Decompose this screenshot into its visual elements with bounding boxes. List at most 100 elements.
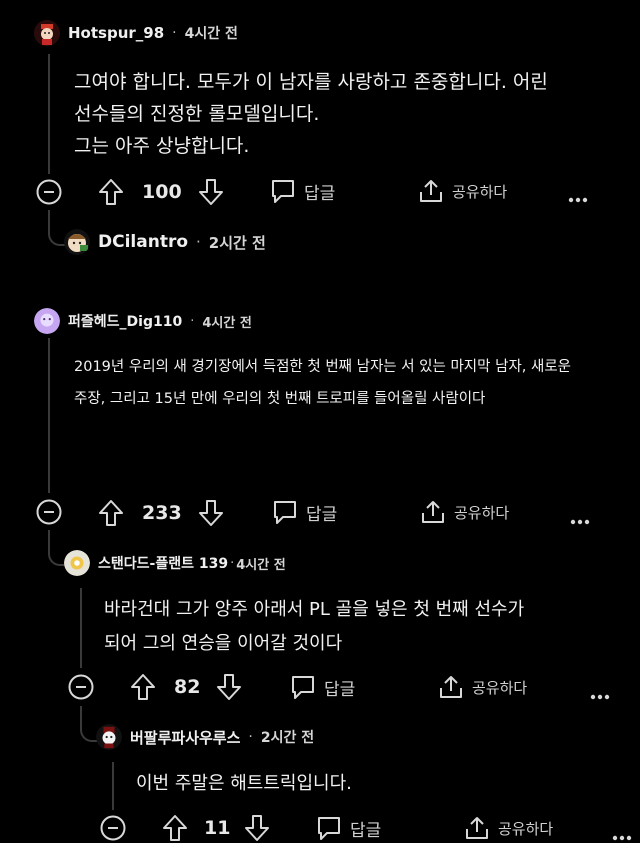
share-icon <box>418 178 444 204</box>
share-icon <box>420 499 446 525</box>
reply-button[interactable]: 답글 <box>290 674 355 700</box>
avatar-icon <box>96 724 122 750</box>
reply-icon <box>270 178 296 204</box>
avatar-icon <box>64 229 90 255</box>
reply-icon <box>316 815 342 841</box>
separator-dot: · <box>248 729 253 745</box>
share-label: 공유하다 <box>472 678 528 697</box>
share-button[interactable]: 공유하다 <box>418 178 507 204</box>
collapse-icon <box>100 815 126 841</box>
username[interactable]: DCilantro <box>98 232 188 252</box>
share-label: 공유하다 <box>454 503 510 522</box>
separator-dot: · <box>196 233 201 251</box>
vote-count: 11 <box>204 817 231 839</box>
reply-icon <box>272 499 298 525</box>
comment-body: 2019년 우리의 새 경기장에서 득점한 첫 번째 남자는 서 있는 마지막 … <box>74 351 571 415</box>
downvote-icon[interactable] <box>198 499 224 527</box>
collapse-icon <box>36 179 62 205</box>
username[interactable]: 스탠다드-플랜트 139 <box>98 553 228 573</box>
separator-dot: · <box>230 555 235 571</box>
comment-header: 퍼즐헤드_Dig110 · 4시간 전 <box>34 308 252 334</box>
collapse-button[interactable] <box>68 674 94 704</box>
more-options-button[interactable] <box>568 188 588 207</box>
share-button[interactable]: 공유하다 <box>420 499 509 525</box>
comment-header: 스탠다드-플랜트 139 · 4시간 전 <box>64 550 286 576</box>
avatar[interactable] <box>34 308 60 334</box>
username[interactable]: 퍼즐헤드_Dig110 <box>68 311 182 331</box>
share-icon <box>464 815 490 841</box>
more-icon <box>568 197 588 203</box>
comment-header: DCilantro · 2시간 전 <box>64 229 266 255</box>
avatar[interactable] <box>96 724 122 750</box>
more-options-button[interactable] <box>570 510 590 529</box>
share-label: 공유하다 <box>498 819 554 838</box>
vote-group: 82 <box>130 673 242 701</box>
avatar[interactable] <box>64 229 90 255</box>
avatar[interactable] <box>64 550 90 576</box>
comment-line: 선수들의 진정한 롤모델입니다. <box>74 103 320 125</box>
separator-dot: · <box>172 25 177 41</box>
vote-group: 100 <box>98 178 224 206</box>
avatar[interactable] <box>34 20 60 46</box>
collapse-icon <box>68 674 94 700</box>
avatar-icon <box>34 20 60 46</box>
comment-line: 주장, 그리고 15년 만에 우리의 첫 번째 트로피를 들어올릴 사람이다 <box>74 391 486 407</box>
username[interactable]: Hotspur_98 <box>68 24 164 42</box>
thread-line <box>48 54 50 174</box>
share-label: 공유하다 <box>452 182 508 201</box>
thread-line <box>112 762 114 810</box>
reply-button[interactable]: 답글 <box>316 815 381 841</box>
comment-line: 되어 그의 연승을 이어갈 것이다 <box>104 633 343 654</box>
timestamp: 4시간 전 <box>236 557 286 573</box>
collapse-button[interactable] <box>100 815 126 843</box>
more-options-button[interactable] <box>590 685 610 704</box>
timestamp: 2시간 전 <box>260 730 315 746</box>
comment-line: 그는 아주 상냥합니다. <box>74 135 250 157</box>
reply-label: 답글 <box>324 679 356 700</box>
reply-label: 답글 <box>306 504 338 525</box>
more-icon <box>612 835 632 841</box>
timestamp: 4시간 전 <box>202 315 252 331</box>
avatar-icon <box>64 550 90 576</box>
upvote-icon[interactable] <box>130 673 156 701</box>
vote-count: 82 <box>174 676 201 698</box>
username[interactable]: 버팔루파사우루스 <box>130 727 240 748</box>
reply-icon <box>290 674 316 700</box>
thread-line <box>80 588 82 668</box>
comment-body: 바라건대 그가 앙주 아래서 PL 골을 넣은 첫 번째 선수가 되어 그의 연… <box>104 593 524 661</box>
downvote-icon[interactable] <box>244 814 270 842</box>
upvote-icon[interactable] <box>162 814 188 842</box>
separator-dot: · <box>190 313 195 329</box>
upvote-icon[interactable] <box>98 178 124 206</box>
downvote-icon[interactable] <box>216 673 242 701</box>
collapse-button[interactable] <box>36 499 62 529</box>
share-icon <box>438 674 464 700</box>
comment-body: 이번 주말은 해트트릭입니다. <box>136 767 352 801</box>
thread-line <box>48 338 50 493</box>
collapse-icon <box>36 499 62 525</box>
comment-line: 바라건대 그가 앙주 아래서 PL 골을 넣은 첫 번째 선수가 <box>104 599 525 620</box>
timestamp: 4시간 전 <box>184 26 238 42</box>
upvote-icon[interactable] <box>98 499 124 527</box>
comment-header: 버팔루파사우루스 · 2시간 전 <box>96 724 314 750</box>
reply-button[interactable]: 답글 <box>270 178 335 204</box>
reply-label: 답글 <box>304 183 336 204</box>
comment-body: 그여야 합니다. 모두가 이 남자를 사랑하고 존중합니다. 어린 선수들의 진… <box>74 66 548 162</box>
collapse-button[interactable] <box>36 179 62 209</box>
avatar-icon <box>34 308 60 334</box>
share-button[interactable]: 공유하다 <box>438 674 527 700</box>
comment-line: 그여야 합니다. 모두가 이 남자를 사랑하고 존중합니다. 어린 <box>74 71 548 93</box>
share-button[interactable]: 공유하다 <box>464 815 553 841</box>
comment-line: 이번 주말은 해트트릭입니다. <box>136 773 352 794</box>
more-icon <box>570 519 590 525</box>
vote-group: 11 <box>162 814 270 842</box>
vote-count: 233 <box>142 502 182 524</box>
vote-count: 100 <box>142 181 182 203</box>
vote-group: 233 <box>98 499 224 527</box>
downvote-icon[interactable] <box>198 178 224 206</box>
comment-header: Hotspur_98 · 4시간 전 <box>34 20 238 46</box>
more-options-button[interactable] <box>612 826 632 843</box>
reply-button[interactable]: 답글 <box>272 499 337 525</box>
more-icon <box>590 694 610 700</box>
comment-line: 2019년 우리의 새 경기장에서 득점한 첫 번째 남자는 서 있는 마지막 … <box>74 359 572 375</box>
